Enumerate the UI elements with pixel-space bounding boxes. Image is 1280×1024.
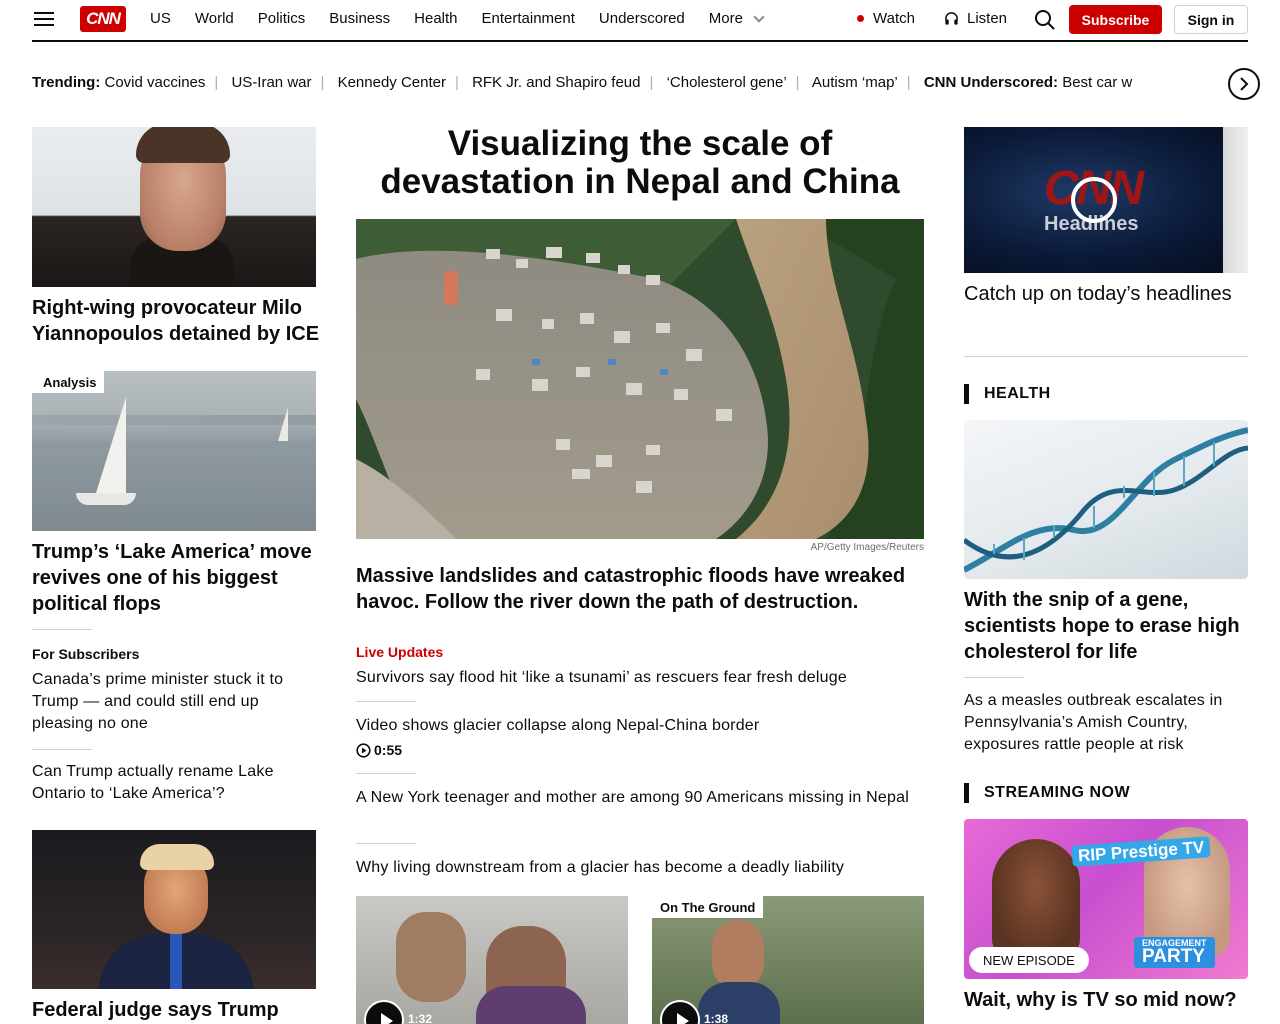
sign-in-button[interactable]: Sign in [1174,5,1248,34]
headphones-icon [945,12,958,25]
divider [964,356,1248,357]
for-subscribers-label: For Subscribers [32,646,140,662]
trending-bar: Trending: Covid vaccines | US-Iran war | K… [32,74,1133,91]
engagement-party-graphic: ENGAGEMENT PARTY [1134,937,1215,968]
gene-headline[interactable]: With the snip of a gene, scientists hope… [964,587,1254,665]
story-link[interactable]: Why living downstream from a glacier has… [356,857,924,879]
nav-us[interactable]: US [150,10,171,27]
video-duration-text: 1:38 [704,1012,729,1024]
streaming-now-section-label[interactable]: STREAMING NOW [964,783,1130,803]
watch-label: Watch [873,10,915,27]
story-link[interactable]: A New York teenager and mother are among… [356,787,924,809]
new-episode-badge: NEW EPISODE [969,947,1089,973]
health-section-label[interactable]: HEALTH [964,384,1051,404]
nav-politics[interactable]: Politics [258,10,306,27]
nav-underscored[interactable]: Underscored [599,10,685,27]
lead-deck[interactable]: Massive landslides and catastrophic floo… [356,563,924,615]
nav-more[interactable]: More [708,10,765,27]
milo-photo[interactable] [32,127,316,287]
nav-entertainment[interactable]: Entertainment [482,10,575,27]
catch-up-headline[interactable]: Catch up on today’s headlines [964,281,1248,307]
rename-headline[interactable]: Can Trump actually rename Lake Ontario t… [32,761,316,805]
story-link[interactable]: Survivors say flood hit ‘like a tsunami’… [356,667,924,689]
video-duration-text: 1:32 [408,1012,433,1024]
lake-photo[interactable] [32,371,316,531]
trending-item[interactable]: Kennedy Center [338,74,446,91]
main-headline[interactable]: Visualizing the scale of devastation in … [356,125,924,201]
underscored-text: Best car w [1062,74,1133,91]
flood-aerial-photo[interactable] [356,219,924,539]
watch-link[interactable]: Watch [857,10,915,27]
measles-headline[interactable]: As a measles outbreak escalates in Penns… [964,690,1248,756]
video-thumbnail[interactable]: 1:32 [356,896,628,1024]
divider [356,843,416,844]
nav-health[interactable]: Health [414,10,457,27]
trending-fade [1180,70,1228,98]
carousel-peek [1223,127,1248,273]
subscribe-button[interactable]: Subscribe [1069,5,1162,34]
divider [32,629,92,630]
listen-link[interactable]: Listen [944,10,1007,27]
trending-next-button[interactable] [1228,68,1260,100]
listen-label: Listen [967,10,1008,27]
divider [356,773,416,774]
live-dot-icon [857,15,864,22]
search-icon[interactable] [1034,9,1056,31]
divider [32,749,92,750]
live-updates-label: Live Updates [356,644,444,660]
engagement-party-bottom: PARTY [1142,946,1205,967]
site-header: CNN US World Politics Business Health En… [32,0,1248,42]
photo-credit: AP/Getty Images/Reuters [810,542,924,553]
lake-headline[interactable]: Trump’s ‘Lake America’ move revives one … [32,539,322,617]
dna-helix-image [964,427,1248,573]
chevron-right-icon [1240,77,1249,91]
divider [356,701,416,702]
play-icon[interactable] [364,1000,404,1024]
nav-world[interactable]: World [195,10,234,27]
play-icon[interactable] [660,1000,700,1024]
dna-photo[interactable] [964,420,1248,579]
underscored-label: CNN Underscored: [923,74,1059,91]
play-circle-icon [356,742,371,758]
flood-aerial-image [356,219,924,539]
trending-item[interactable]: RFK Jr. and Shapiro feud [472,74,640,91]
trump-photo[interactable] [32,830,316,989]
canada-headline[interactable]: Canada’s prime minister stuck it to Trum… [32,669,316,735]
nav-more-label: More [708,10,743,27]
nav-business[interactable]: Business [329,10,390,27]
loading-icon [1071,177,1117,223]
menu-icon[interactable] [34,12,54,28]
analysis-badge: Analysis [32,371,105,393]
milo-headline[interactable]: Right-wing provocateur Milo Yiannopoulos… [32,295,322,347]
on-the-ground-badge: On The Ground [652,896,764,918]
headlines-video-thumbnail[interactable]: CNN Headlines [964,127,1248,273]
divider [964,677,1024,678]
story-link[interactable]: Video shows glacier collapse along Nepal… [356,715,924,737]
video-duration: 0:55 [356,742,402,758]
chevron-down-icon [753,10,765,23]
trending-underscored[interactable]: CNN Underscored: Best car w [924,74,1132,91]
video-duration-text: 0:55 [374,742,403,758]
tv-headline[interactable]: Wait, why is TV so mid now? [964,987,1254,1013]
trending-item[interactable]: US-Iran war [231,74,311,91]
trending-item[interactable]: Autism ‘map’ [812,74,898,91]
trending-item[interactable]: ‘Cholesterol gene’ [667,74,787,91]
judge-headline[interactable]: Federal judge says Trump [32,997,322,1023]
cnn-logo[interactable]: CNN [80,6,126,32]
trending-label: Trending: [32,74,101,91]
main-nav: US World Politics Business Health Entert… [150,10,787,27]
trending-item[interactable]: Covid vaccines [105,74,206,91]
